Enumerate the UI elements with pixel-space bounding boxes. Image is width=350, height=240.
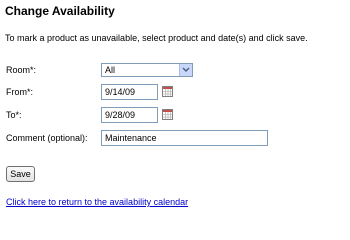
instructions-text: To mark a product as unavailable, select…	[5, 33, 308, 43]
room-label: Room*:	[6, 65, 37, 75]
from-label: From*:	[6, 87, 33, 97]
room-select-value: All	[105, 65, 116, 75]
page-title: Change Availability	[5, 4, 115, 18]
to-label: To*:	[6, 110, 22, 120]
room-select[interactable]: All	[101, 63, 193, 77]
comment-input[interactable]	[101, 130, 268, 146]
to-date-input[interactable]	[101, 107, 158, 123]
chevron-down-icon[interactable]	[179, 64, 192, 76]
return-to-calendar-link[interactable]: Click here to return to the availability…	[6, 197, 188, 207]
comment-label: Comment (optional):	[6, 133, 88, 143]
calendar-icon[interactable]	[162, 86, 173, 97]
from-date-input[interactable]	[101, 84, 158, 100]
calendar-icon[interactable]	[162, 109, 173, 120]
save-button[interactable]: Save	[6, 166, 35, 182]
